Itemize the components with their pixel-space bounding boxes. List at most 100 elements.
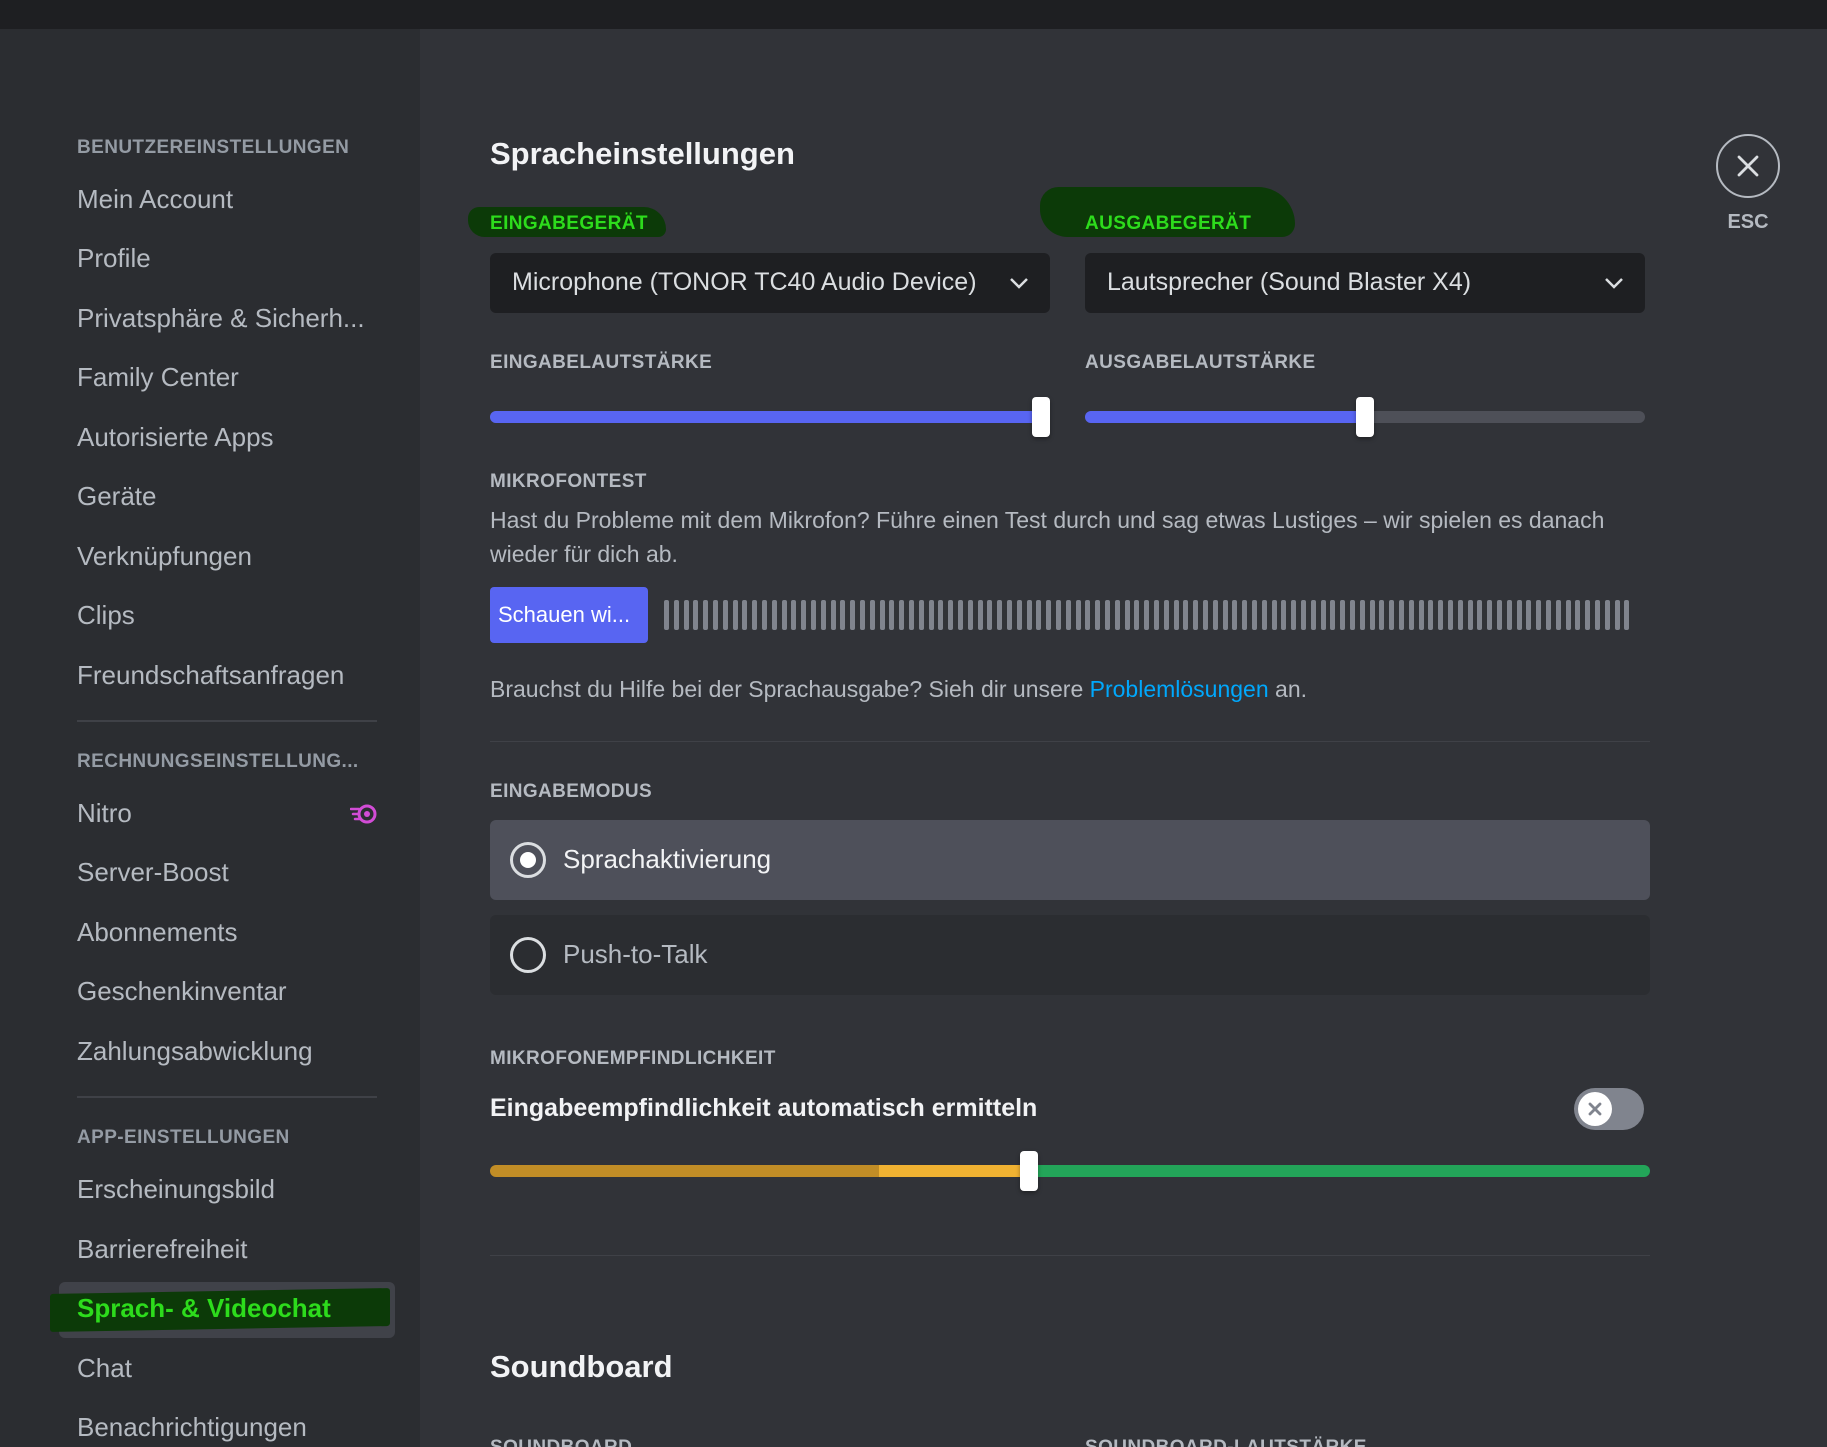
esc-label: ESC [1727,211,1769,233]
meter-bar [1536,600,1542,630]
meter-bar [1046,600,1052,630]
soundboard-volume-label: SOUNDBOARD-LAUTSTÄRKE [1085,1437,1367,1447]
output-device-value: Lautsprecher (Sound Blaster X4) [1107,268,1472,296]
meter-bar [1379,600,1385,630]
sidebar-item-voice-video[interactable]: Sprach- & Videochat [77,1293,377,1324]
meter-bar [840,600,846,630]
meter-bar [1565,600,1571,630]
meter-bar [830,600,836,630]
sidebar-divider [77,1096,377,1098]
sidebar-item-profile[interactable]: Profile [77,243,377,274]
mic-level-meter [664,600,1639,630]
meter-bar [781,600,787,630]
sensitivity-slider[interactable] [490,1151,1650,1191]
radio-push-to-talk[interactable]: Push-to-Talk [490,915,1650,995]
meter-bar [1301,600,1306,630]
sidebar-item-friend-requests[interactable]: Freundschaftsanfragen [77,660,377,691]
sidebar-item-chat[interactable]: Chat [77,1353,377,1384]
chevron-down-icon [1010,278,1028,289]
help-text-prefix: Brauchst du Hilfe bei der Sprachausgabe?… [490,676,1090,702]
input-device-label: EINGABEGERÄT [490,213,648,234]
meter-bar [869,600,875,630]
sidebar-item-clips[interactable]: Clips [77,600,377,631]
meter-bar [1124,600,1130,630]
sidebar-item-gift-inventory[interactable]: Geschenkinventar [77,976,377,1007]
help-text: Brauchst du Hilfe bei der Sprachausgabe?… [490,672,1650,706]
sidebar-item-authorized-apps[interactable]: Autorisierte Apps [77,422,377,453]
meter-bar [1350,600,1355,630]
troubleshooting-link[interactable]: Problemlösungen [1090,676,1269,702]
mic-sensitivity-label: MIKROFONEMPFINDLICHKEIT [490,1048,776,1069]
meter-bar [977,600,983,630]
help-text-suffix: an. [1268,676,1308,702]
sidebar-item-server-boost[interactable]: Server-Boost [77,857,377,888]
meter-bar [1232,600,1238,630]
sidebar-item-appearance[interactable]: Erscheinungsbild [77,1174,377,1205]
sidebar-item-family-center[interactable]: Family Center [77,362,377,393]
input-device-select[interactable]: Microphone (TONOR TC40 Audio Device) [490,253,1050,313]
nitro-icon [350,804,377,824]
input-volume-slider[interactable] [490,397,1050,437]
output-device-select[interactable]: Lautsprecher (Sound Blaster X4) [1085,253,1645,313]
sidebar-item-nitro[interactable]: Nitro [77,798,377,829]
radio-button-checked[interactable] [510,842,546,878]
output-volume-label: AUSGABELAUTSTÄRKE [1085,352,1316,373]
meter-bar [673,600,679,630]
meter-bar [713,600,718,630]
meter-bar [1320,600,1326,630]
meter-bar [752,600,758,630]
section-header-billing-settings: RECHNUNGSEINSTELLUNG... [77,751,359,772]
meter-bar [1036,600,1042,630]
meter-bar [801,600,807,630]
sidebar-item-notifications[interactable]: Benachrichtigungen [77,1412,377,1443]
window-titlebar [0,0,1827,29]
meter-bar [918,600,924,630]
output-device-label: AUSGABEGERÄT [1085,213,1252,234]
auto-sensitivity-label: Eingabeempfindlichkeit automatisch ermit… [490,1094,1038,1122]
meter-bar [1134,600,1140,630]
radio-voice-activity[interactable]: Sprachaktivierung [490,820,1650,900]
meter-bar [1448,600,1453,630]
meter-bar [1457,600,1463,630]
toggle-thumb [1578,1092,1612,1126]
meter-bar [683,600,689,630]
sidebar-item-devices[interactable]: Geräte [77,481,377,512]
section-header-user-settings: BENUTZEREINSTELLUNGEN [77,137,350,158]
meter-bar [1438,600,1444,630]
meter-bar [1007,600,1012,630]
meter-bar [1467,600,1473,630]
radio-button-unchecked[interactable] [510,937,546,973]
slider-handle[interactable] [1020,1151,1039,1191]
mic-test-label: MIKROFONTEST [490,471,647,492]
slider-handle[interactable] [1356,397,1374,437]
auto-sensitivity-toggle[interactable] [1574,1088,1644,1130]
meter-bar [791,600,797,630]
settings-content: Spracheinstellungen EINGABEGERÄT AUSGABE… [420,29,1827,1447]
meter-bar [693,600,699,630]
sensitivity-mid-segment [878,1165,1030,1177]
slider-fill [490,411,1041,423]
meter-bar [1310,600,1316,630]
input-volume-label: EINGABELAUTSTÄRKE [490,352,713,373]
sidebar-item-privacy-safety[interactable]: Privatsphäre & Sicherh... [77,303,377,334]
sidebar-item-accessibility[interactable]: Barrierefreiheit [77,1234,377,1265]
meter-bar [1183,600,1189,630]
sidebar-item-my-account[interactable]: Mein Account [77,184,377,215]
sidebar-item-connections[interactable]: Verknüpfungen [77,541,377,572]
sidebar-item-subscriptions[interactable]: Abonnements [77,917,377,948]
meter-bar [1203,600,1208,630]
output-volume-slider[interactable] [1085,397,1645,437]
close-button[interactable] [1716,134,1780,198]
meter-bar [1271,600,1277,630]
meter-bar [1085,600,1091,630]
page-title: Spracheinstellungen [490,136,795,171]
sidebar-divider [77,720,377,722]
meter-bar [948,600,954,630]
meter-bar [1595,600,1600,630]
mic-test-button[interactable]: Schauen wi... [490,587,648,643]
meter-bar [958,600,963,630]
meter-bar [1173,600,1179,630]
slider-handle[interactable] [1032,397,1050,437]
meter-bar [1095,600,1101,630]
sidebar-item-billing[interactable]: Zahlungsabwicklung [77,1036,377,1067]
